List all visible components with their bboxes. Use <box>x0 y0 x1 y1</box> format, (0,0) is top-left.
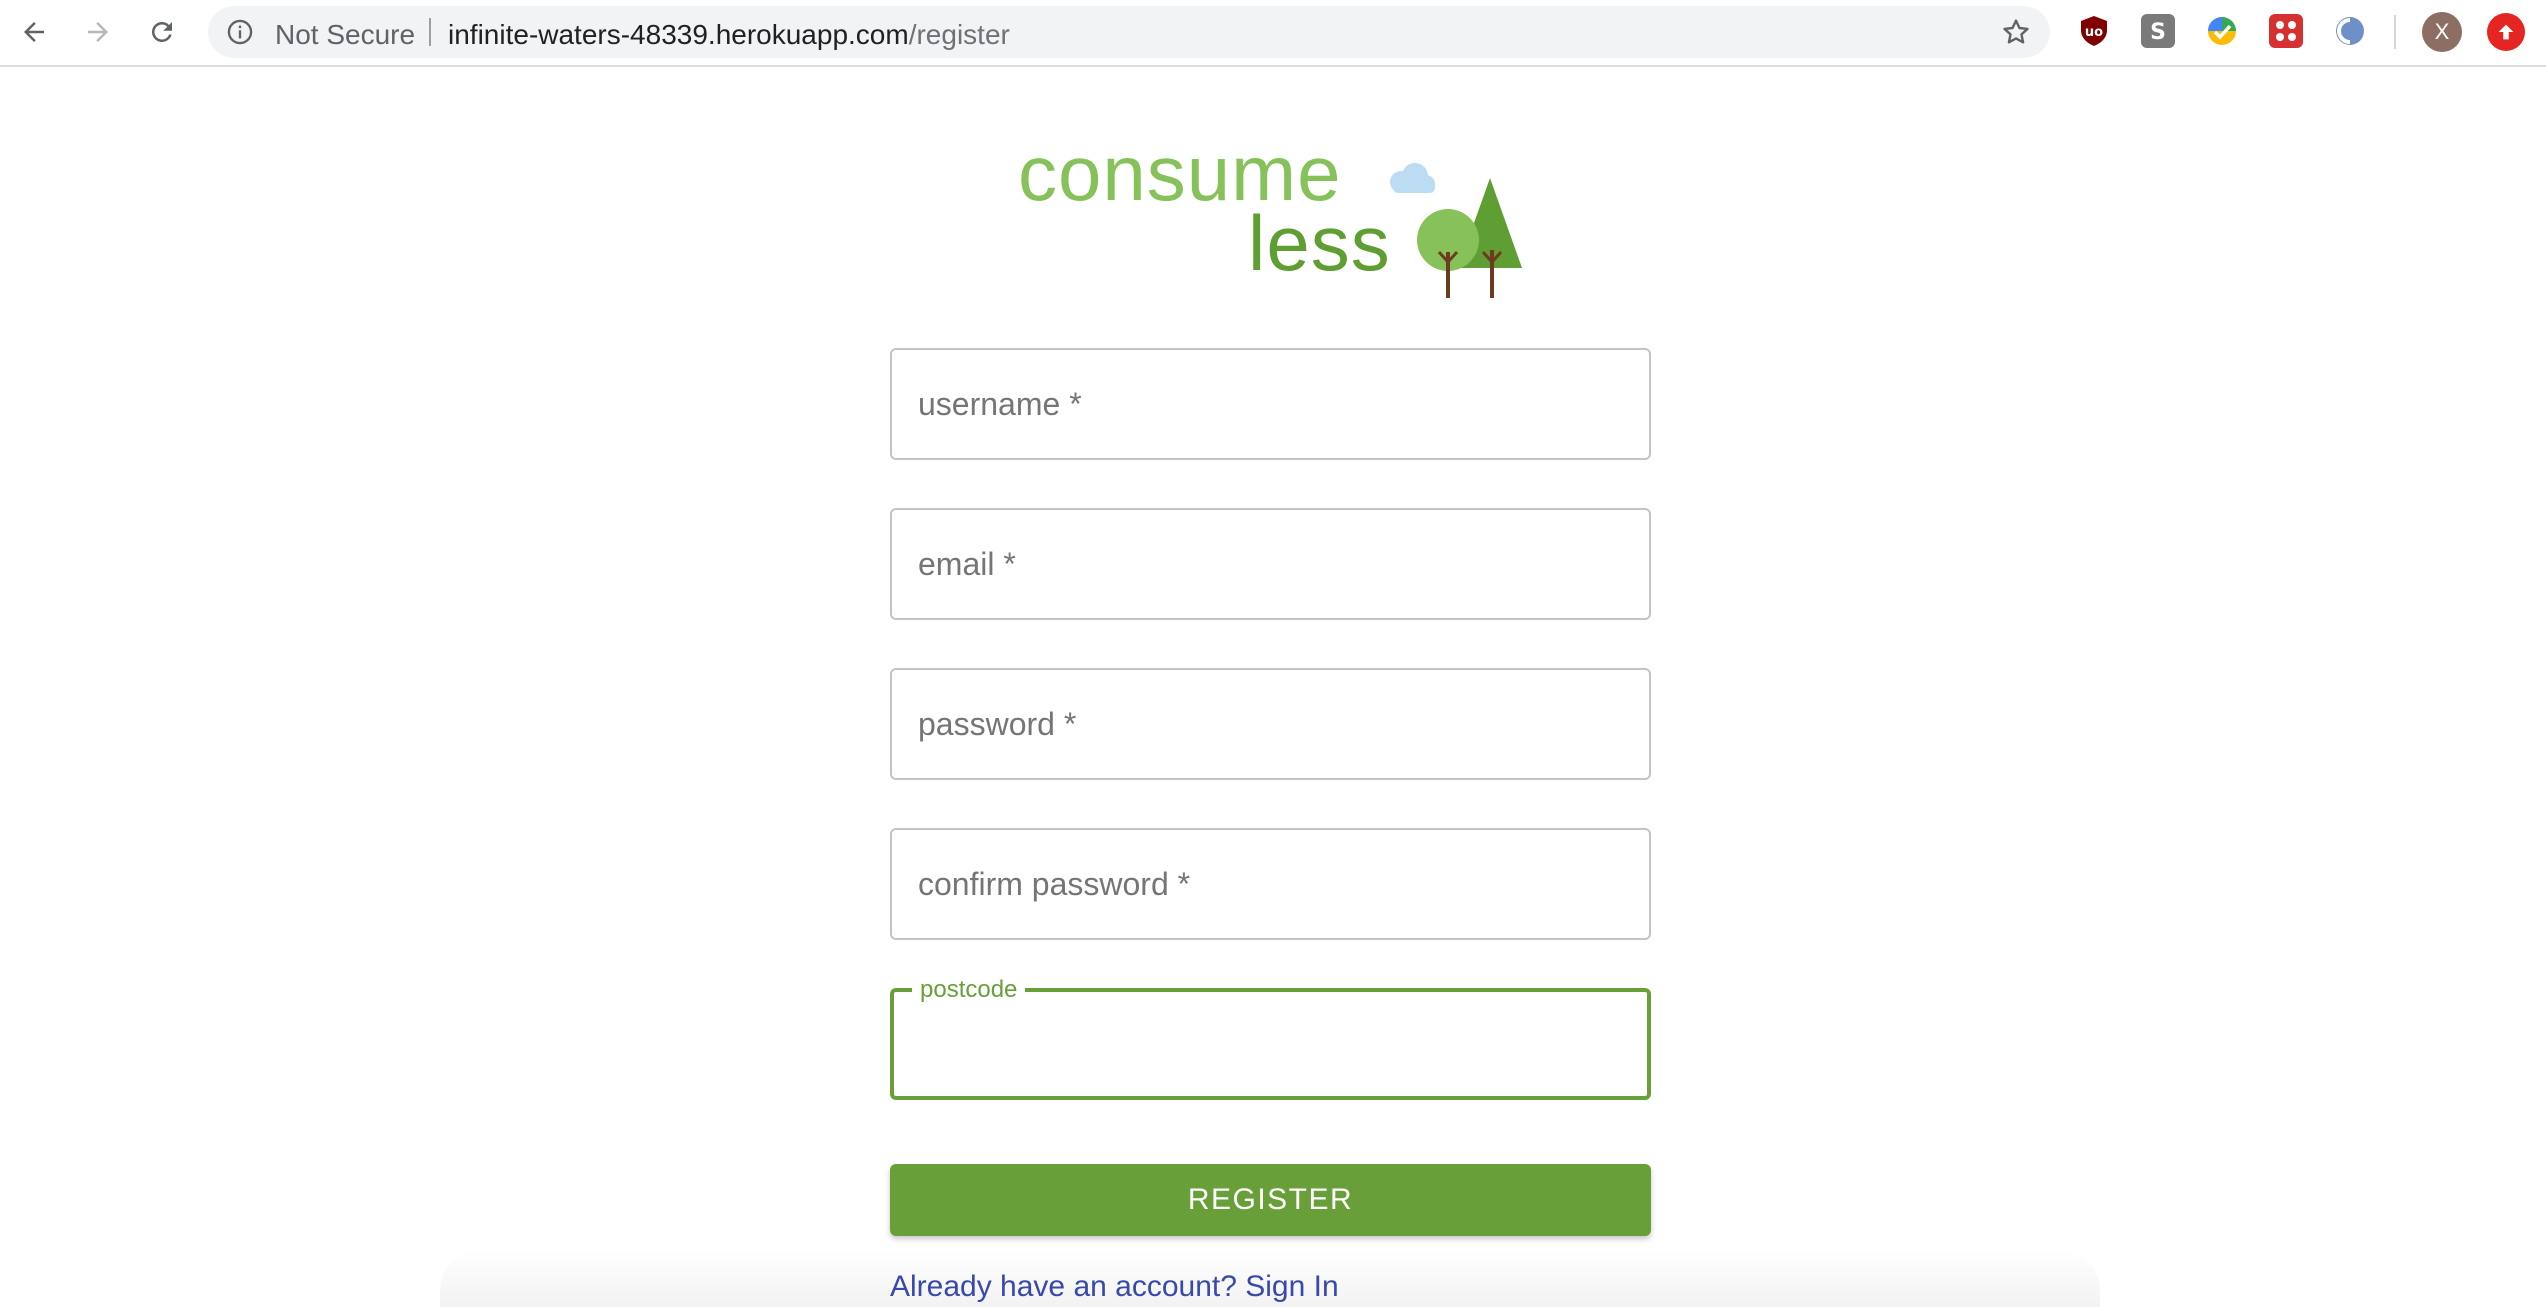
screen-recorder-extension-icon[interactable] <box>2269 14 2303 48</box>
confirm-password-field[interactable]: confirm password * <box>890 828 1651 940</box>
address-bar[interactable]: Not Secure infinite-waters-48339.herokua… <box>208 6 2050 58</box>
ublock-origin-extension-icon[interactable]: uo <box>2077 14 2111 48</box>
email-placeholder: email * <box>918 546 1016 582</box>
reload-button[interactable] <box>140 10 184 54</box>
consume-less-logo: consume less <box>1018 129 1528 300</box>
forward-arrow-icon <box>88 22 108 42</box>
address-divider <box>429 18 431 46</box>
reload-icon <box>151 21 172 42</box>
url-path: /register <box>908 19 1010 50</box>
logo-trees-illustration <box>1390 163 1522 298</box>
back-button[interactable] <box>12 10 56 54</box>
round-tree-icon <box>1417 209 1479 298</box>
register-button[interactable]: REGISTER <box>890 1164 1651 1236</box>
bookmark-star-icon[interactable] <box>2000 16 2032 53</box>
color-picker-extension-icon[interactable] <box>2205 14 2239 48</box>
password-placeholder: password * <box>918 706 1077 742</box>
email-field[interactable]: email * <box>890 508 1651 620</box>
info-icon[interactable] <box>226 18 254 51</box>
forward-button[interactable] <box>76 10 120 54</box>
svg-text:S: S <box>2150 20 2166 45</box>
sign-in-link[interactable]: Already have an account? Sign In <box>890 1270 1339 1304</box>
toolbar-divider <box>2394 15 2396 49</box>
back-arrow-icon <box>24 22 44 42</box>
security-status: Not Secure <box>275 19 416 50</box>
update-arrow-icon[interactable] <box>2487 13 2525 51</box>
cloud-icon <box>1390 163 1435 193</box>
url-host: infinite-waters-48339.herokuapp.com <box>448 19 909 50</box>
postcode-field[interactable]: postcode <box>890 978 1651 1100</box>
confirm-password-placeholder: confirm password * <box>918 866 1191 902</box>
username-field[interactable]: username * <box>890 348 1651 460</box>
url-text[interactable]: infinite-waters-48339.herokuapp.com/regi… <box>448 19 1010 51</box>
username-placeholder: username * <box>918 386 1082 422</box>
password-field[interactable]: password * <box>890 668 1651 780</box>
browser-toolbar: Not Secure infinite-waters-48339.herokua… <box>0 0 2546 67</box>
svg-text:uo: uo <box>2085 25 2103 40</box>
profile-avatar[interactable]: X <box>2422 12 2462 52</box>
postcode-label: postcode <box>912 978 1026 1002</box>
sync-extension-icon[interactable] <box>2333 14 2367 48</box>
scribe-extension-icon[interactable]: S <box>2141 14 2175 48</box>
